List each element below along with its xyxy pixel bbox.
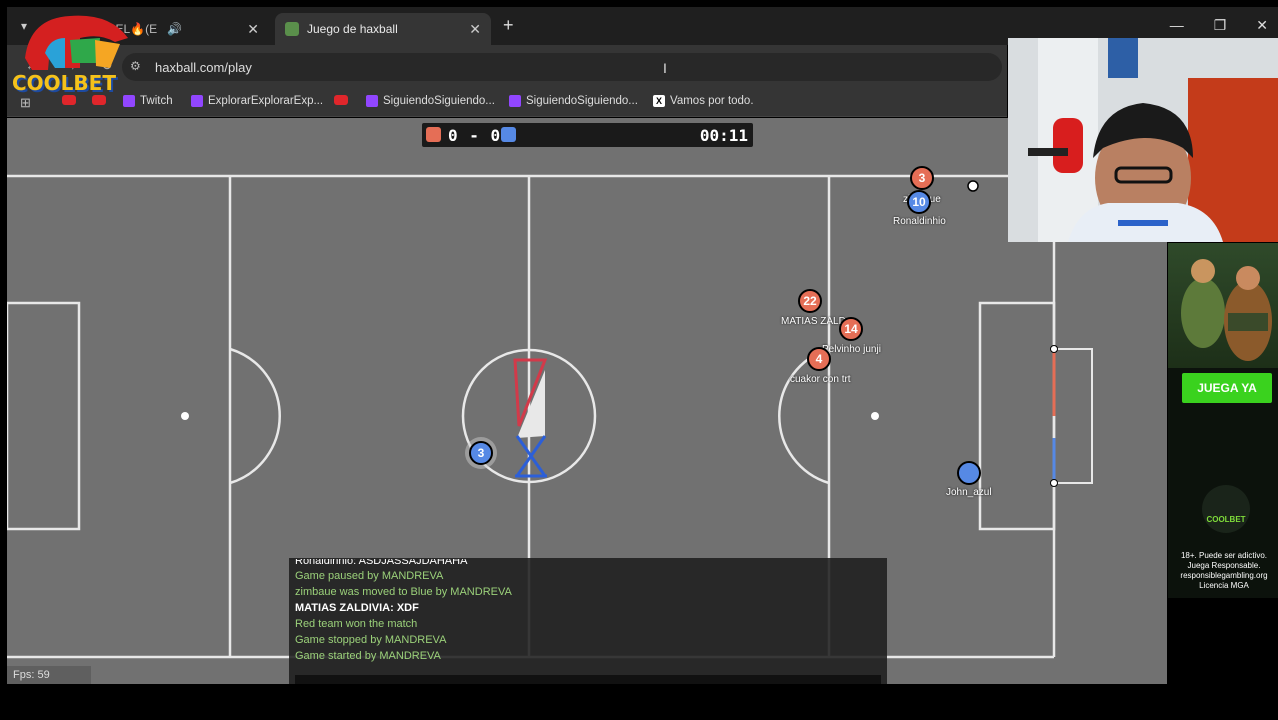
bookmark-label: Vamos por todo. (670, 95, 754, 107)
player-blue (957, 461, 981, 485)
red-team-icon (426, 127, 441, 142)
player-red: 3 (910, 166, 934, 190)
chat-message: zimbaue was moved to Blue by MANDREVA (295, 586, 512, 598)
close-tab-icon[interactable]: ✕ (469, 21, 481, 38)
apps-grid-icon[interactable]: ⊞ (20, 95, 31, 111)
speaker-icon[interactable]: 🔊 (167, 22, 182, 36)
chat-panel: Ronaldinhio: ASDJASSAJDAHAHA Game paused… (289, 558, 887, 684)
chat-input[interactable] (295, 675, 881, 684)
logo-text: COOLBET (12, 71, 116, 95)
tab-haxball[interactable]: Juego de haxball ✕ (275, 13, 491, 45)
window-controls: — ❐ ✕ (1170, 17, 1268, 34)
score-text: 0 - 0 (448, 126, 502, 145)
bookmark-youtube-2[interactable] (92, 95, 111, 105)
text-cursor-icon: I (663, 60, 667, 76)
haxball-game[interactable]: 0 - 0 00:11 3 zimbaue 10 Ronaldinhio 22 … (7, 118, 1167, 684)
bookmark-youtube-3[interactable] (334, 95, 353, 105)
close-window-icon[interactable]: ✕ (1256, 17, 1268, 34)
address-bar: ← → ↻ ⚙ haxball.com/play (7, 45, 1007, 87)
youtube-icon (92, 95, 106, 105)
minimize-icon[interactable]: — (1170, 17, 1184, 34)
player-name: John_azul (946, 487, 992, 498)
player-name: MATIAS ZALD (781, 316, 846, 327)
player-blue: 10 (907, 190, 931, 214)
player-name: Pelvinho junji (822, 344, 881, 355)
bookmark-siguiendo-2[interactable]: SiguiendoSiguiendo... (509, 95, 638, 107)
url-input[interactable]: ⚙ haxball.com/play (122, 53, 1002, 81)
ad-artwork (1168, 243, 1278, 368)
player-red: 22 (798, 289, 822, 313)
coolbet-ad[interactable]: JUEGA YA COOLBET 18+. Puede ser adictivo… (1168, 243, 1278, 598)
url-text: haxball.com/play (155, 60, 252, 75)
x-icon: X (653, 95, 665, 107)
blue-team-icon (501, 127, 516, 142)
tab-label: Juego de haxball (307, 22, 398, 36)
fps-counter: Fps: 59 (7, 666, 91, 684)
bookmark-label: SiguiendoSiguiendo... (526, 95, 638, 107)
bookmarks-bar: ⊞ Twitch ExplorarExplorarExp... Siguiend… (7, 87, 1007, 117)
twitch-icon (509, 95, 521, 107)
streamer-webcam-image (1008, 38, 1278, 242)
bookmark-youtube-1[interactable] (62, 95, 81, 105)
scoreboard: 0 - 0 00:11 (422, 123, 753, 147)
bookmark-twitch[interactable]: Twitch (123, 95, 173, 107)
twitch-icon (191, 95, 203, 107)
twitch-icon (366, 95, 378, 107)
chat-message: Ronaldinhio: ASDJASSAJDAHAHA (295, 559, 468, 567)
bookmark-label: SiguiendoSiguiendo... (383, 95, 495, 107)
bookmark-label: ExplorarExplorarExp... (208, 95, 324, 107)
ball (967, 180, 979, 192)
left-penalty-box (7, 301, 81, 531)
player-name: Ronaldinhio (893, 216, 946, 227)
webcam-overlay (1008, 38, 1278, 242)
juega-ya-button[interactable]: JUEGA YA (1182, 373, 1272, 403)
close-tab-icon[interactable]: ✕ (247, 21, 259, 38)
restore-icon[interactable]: ❐ (1214, 17, 1227, 34)
player-red: 4 (807, 347, 831, 371)
player-red: 14 (839, 317, 863, 341)
left-penalty-spot (181, 412, 189, 420)
player-name: cuakor con trt (790, 374, 851, 385)
haxball-favicon-icon (285, 22, 299, 36)
chat-message: Game paused by MANDREVA (295, 570, 444, 582)
bookmark-explorar[interactable]: ExplorarExplorarExp... (191, 95, 323, 107)
chat-message: MATIAS ZALDIVIA: XDF (295, 602, 419, 614)
player-self-blue: 3 (469, 441, 493, 465)
chat-message: Game started by MANDREVA (295, 650, 441, 662)
new-tab-icon[interactable]: + (503, 15, 514, 36)
bookmark-label: Twitch (140, 95, 173, 107)
coolbet-ad-logo: COOLBET (1202, 485, 1250, 533)
ad-disclaimer: 18+. Puede ser adictivo. Juega Responsab… (1180, 551, 1268, 590)
youtube-icon (334, 95, 348, 105)
youtube-icon (62, 95, 76, 105)
left-arc (229, 347, 281, 485)
chat-message: Game stopped by MANDREVA (295, 634, 447, 646)
dinosaur-logo-icon (25, 15, 128, 70)
right-goal (1054, 348, 1093, 484)
coolbet-logo: COOLBET (10, 8, 135, 96)
chat-message: Red team won the match (295, 618, 418, 630)
bookmark-siguiendo-1[interactable]: SiguiendoSiguiendo... (366, 95, 495, 107)
match-timer: 00:11 (699, 126, 748, 145)
bookmark-x[interactable]: X Vamos por todo. (653, 95, 754, 107)
right-penalty-spot (871, 412, 879, 420)
screen: ▾ IN Y YANDEL🔥(E 🔊 ✕ Juego de haxball ✕ … (0, 0, 1278, 720)
twitch-icon (123, 95, 135, 107)
